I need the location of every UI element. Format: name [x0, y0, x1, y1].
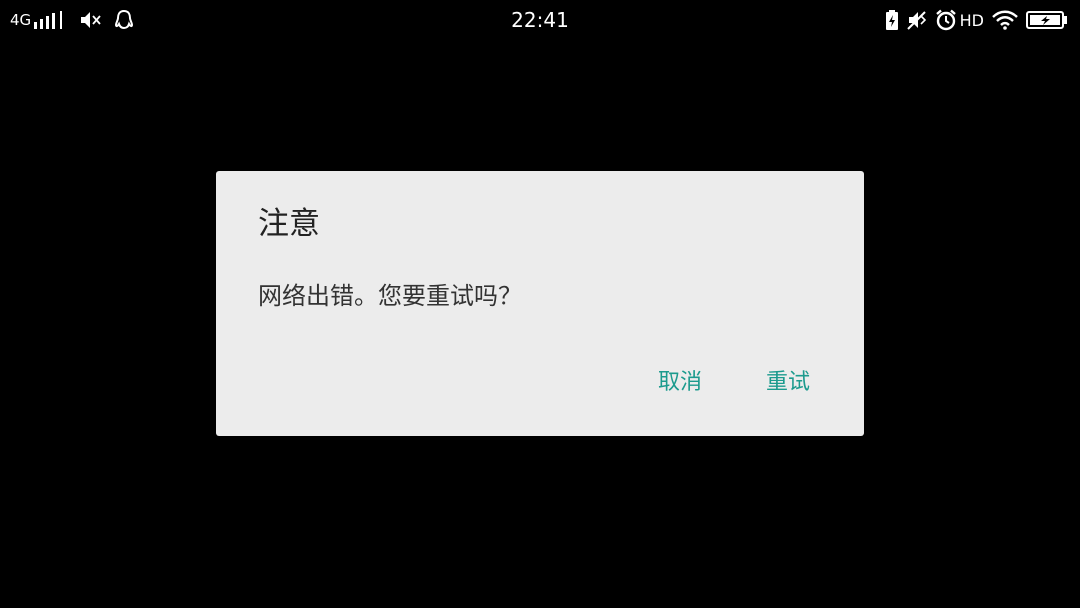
- network-error-dialog: 注意 网络出错。您要重试吗？ 取消 重试: [216, 171, 864, 436]
- wifi-icon: [992, 10, 1018, 30]
- notification-off-icon: [906, 10, 927, 30]
- battery-charging-small-icon: [885, 10, 899, 30]
- hd-voice-label: HD: [959, 10, 984, 30]
- cancel-button[interactable]: 取消: [650, 363, 710, 403]
- dialog-message: 网络出错。您要重试吗？: [258, 282, 522, 310]
- battery-charging-icon: [1026, 11, 1068, 29]
- dialog-title: 注意: [258, 206, 320, 242]
- status-bar-right: HD: [877, 8, 1068, 32]
- retry-button[interactable]: 重试: [758, 363, 818, 403]
- alarm-clock-icon: [935, 9, 957, 31]
- status-bar: 4G 22:41 HD: [0, 0, 1080, 40]
